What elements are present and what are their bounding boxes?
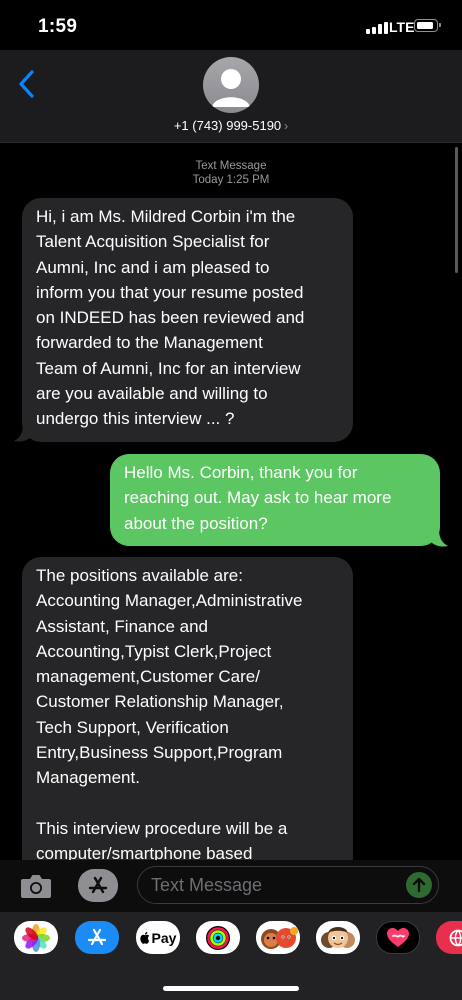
message-line: The positions available are: <box>36 566 243 585</box>
web-search-app-button[interactable] <box>436 921 462 954</box>
apple-pay-label: Pay <box>151 929 177 946</box>
home-indicator[interactable] <box>163 986 299 991</box>
message-line: management,Customer Care/ <box>36 667 260 687</box>
message-input[interactable] <box>151 874 391 896</box>
message-composer <box>0 860 462 912</box>
message-thread[interactable]: Text Message Today 1:25 PM Hi, i am Ms. … <box>0 143 462 860</box>
message-line: Aumni, Inc and i am pleased to <box>36 257 270 277</box>
memoji-icon <box>321 926 355 948</box>
battery-icon <box>414 19 441 32</box>
arrow-up-icon <box>412 877 426 893</box>
message-line: Customer Relationship Manager, <box>36 692 284 712</box>
message-line: about the position? <box>124 513 268 533</box>
message-line: Entry,Business Support,Program <box>36 743 283 763</box>
message-line: forwarded to the Management <box>36 333 263 353</box>
incoming-message[interactable]: The positions available are: Accounting … <box>22 557 353 860</box>
back-button[interactable] <box>14 68 42 100</box>
service-label: Text Message <box>195 160 267 172</box>
camera-icon <box>21 875 51 898</box>
contact-name-button[interactable]: +1 (743) 999-5190 › <box>0 118 462 133</box>
contact-name: +1 (743) 999-5190 <box>173 118 282 133</box>
timestamp-label: Today 1:25 PM <box>192 174 270 186</box>
contact-avatar[interactable] <box>203 57 259 113</box>
animoji-app-button[interactable] <box>256 921 300 954</box>
bubble-tail <box>432 529 448 547</box>
person-icon <box>212 69 250 107</box>
status-bar: 1:59 LTE <box>0 0 462 50</box>
message-line: reaching out. May ask to hear more <box>124 488 392 508</box>
outgoing-message[interactable]: Hello Ms. Corbin, thank you for reaching… <box>110 454 440 546</box>
fitness-app-button[interactable] <box>196 921 240 954</box>
send-button[interactable] <box>406 872 432 898</box>
heart-icon <box>387 927 409 947</box>
scrollbar[interactable] <box>455 147 458 273</box>
conversation-header: +1 (743) 999-5190 › <box>0 50 462 143</box>
thread-timestamp: Text Message Today 1:25 PM <box>0 159 462 187</box>
globe-icon <box>449 929 462 946</box>
message-line: on INDEED has been reviewed and <box>36 308 305 328</box>
memoji-app-button[interactable] <box>316 921 360 954</box>
app-store-icon <box>88 876 108 893</box>
message-line: Hi, i am Ms. Mildred Corbin i'm the <box>36 207 296 226</box>
apps-button[interactable] <box>78 869 118 902</box>
bubble-tail <box>14 424 30 442</box>
message-line: Tech Support, Verification <box>36 717 229 737</box>
message-line: Management. <box>36 768 140 788</box>
chevron-left-icon <box>19 70 34 98</box>
app-store-icon <box>87 928 107 945</box>
animoji-icon <box>261 926 298 949</box>
message-input-field[interactable] <box>137 866 439 904</box>
message-line: Accounting Manager,Administrative <box>36 591 303 611</box>
message-line: Assistant, Finance and <box>36 616 208 636</box>
signal-strength-icon <box>366 22 388 34</box>
network-type: LTE <box>389 19 415 35</box>
message-line: undergo this interview ... ? <box>36 409 235 429</box>
message-line: Talent Acquisition Specialist for <box>36 232 270 252</box>
apple-logo-icon <box>139 931 149 944</box>
camera-button[interactable] <box>20 873 52 899</box>
message-line: This interview procedure will be a <box>36 818 288 838</box>
photos-icon <box>22 923 50 952</box>
app-store-app-button[interactable] <box>75 921 119 954</box>
chevron-right-icon: › <box>284 119 289 133</box>
apple-pay-app-button[interactable]: Pay <box>136 921 180 954</box>
message-line: Team of Aumni, Inc for an interview <box>36 358 301 378</box>
status-time: 1:59 <box>38 16 78 37</box>
digital-touch-app-button[interactable] <box>376 921 420 954</box>
message-line: computer/smartphone based <box>36 844 253 860</box>
fitness-icon <box>206 925 230 950</box>
message-line <box>36 791 339 816</box>
incoming-message[interactable]: Hi, i am Ms. Mildred Corbin i'm the Tale… <box>22 198 353 442</box>
message-line: Hello Ms. Corbin, thank you for <box>124 463 358 482</box>
photos-app-button[interactable] <box>14 921 58 954</box>
message-line: inform you that your resume posted <box>36 282 304 302</box>
app-drawer: Pay <box>0 912 462 1000</box>
message-line: are you available and willing to <box>36 384 268 404</box>
message-line: Accounting,Typist Clerk,Project <box>36 641 272 661</box>
